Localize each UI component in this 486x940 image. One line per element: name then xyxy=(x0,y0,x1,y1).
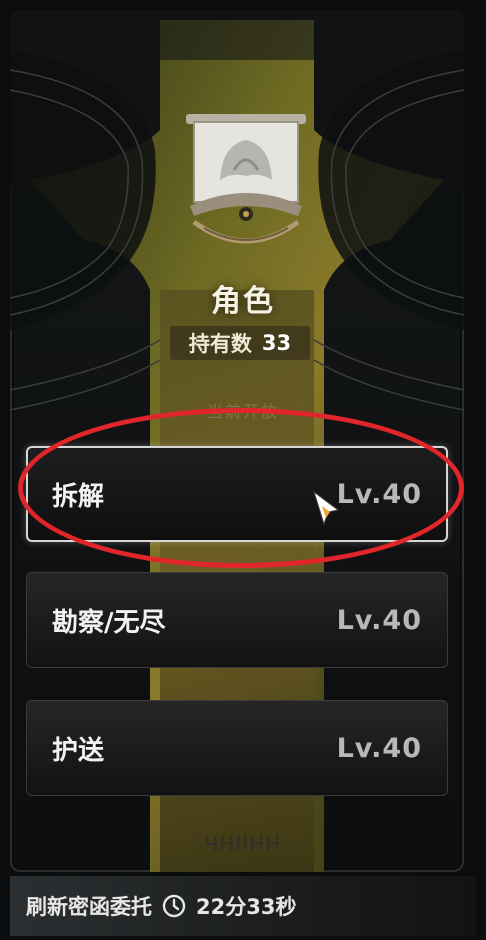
entry-exploration-endless-button[interactable]: 勘察/无尽 Lv.40 xyxy=(26,572,448,668)
entry-level: Lv.40 xyxy=(336,604,422,636)
entry-name: 勘察/无尽 xyxy=(52,607,166,638)
entry-level: Lv.40 xyxy=(336,478,422,510)
currently-open-label: 当前开放 xyxy=(206,402,279,421)
entry-name: 拆解 xyxy=(52,481,105,512)
refresh-commission-bar: 刷新密函委托 22分33秒 xyxy=(10,876,476,936)
decorative-rune-text: ЧНІІНН xyxy=(204,832,282,856)
entry-level: Lv.40 xyxy=(336,732,422,764)
entry-name: 护送 xyxy=(52,735,105,766)
owned-label: 持有数 xyxy=(188,332,252,356)
character-scroll-emblem xyxy=(186,114,306,244)
clock-icon xyxy=(162,894,186,918)
owned-count: 33 xyxy=(261,331,292,355)
refresh-label: 刷新密函委托 xyxy=(26,895,152,919)
entry-escort-button[interactable]: 护送 Lv.40 xyxy=(26,700,448,796)
owned-count-badge: 持有数 33 xyxy=(170,326,310,360)
panel-title: 角色 xyxy=(211,284,275,319)
entry-dismantle-button[interactable]: 拆解 Lv.40 xyxy=(26,446,448,542)
pointer-cursor-icon xyxy=(313,490,340,526)
refresh-timer: 22分33秒 xyxy=(196,895,297,919)
